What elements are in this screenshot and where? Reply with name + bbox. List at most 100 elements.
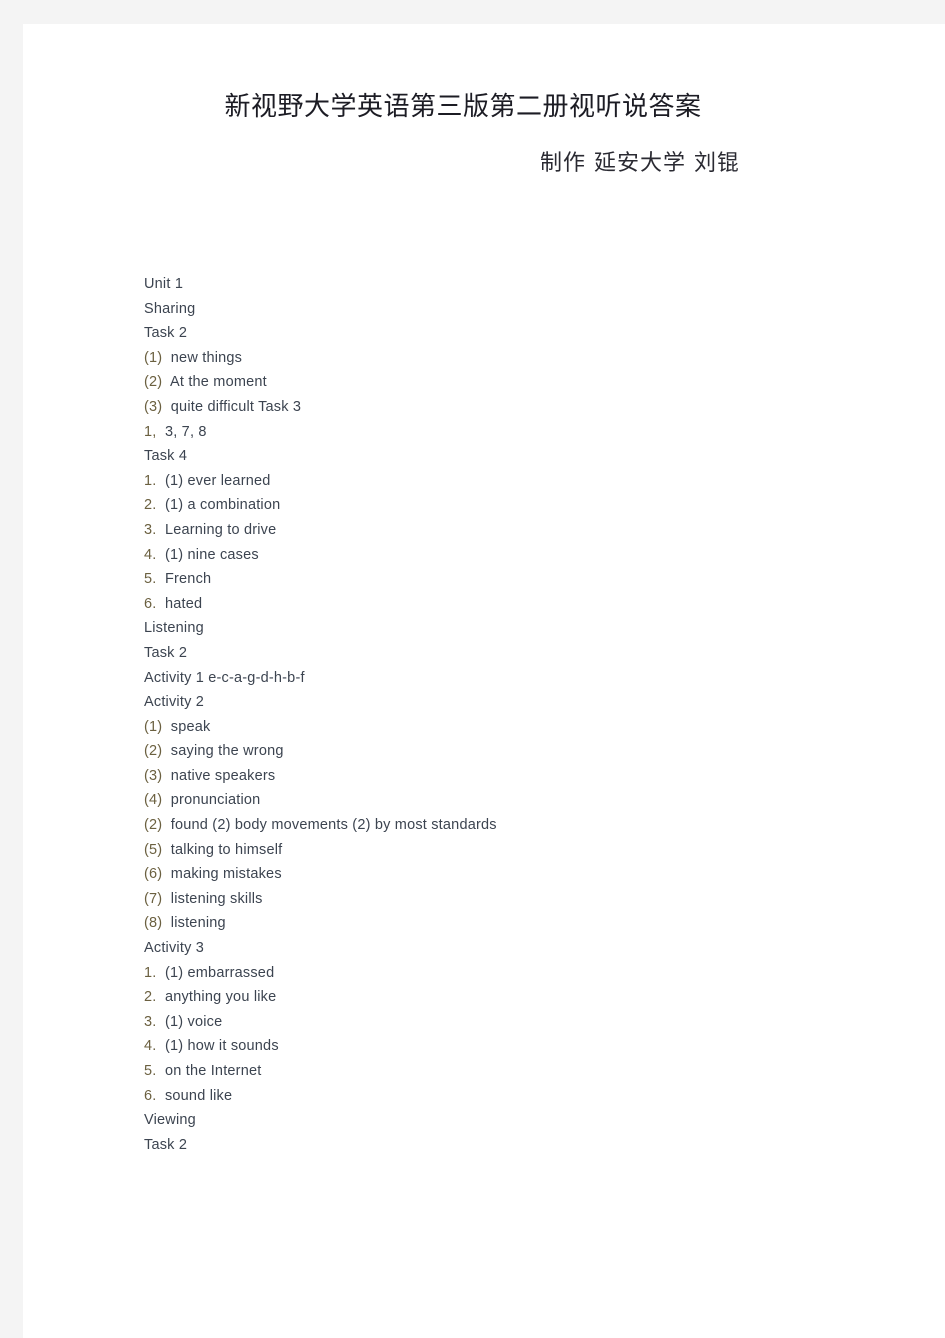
answer-line: Activity 2 — [144, 690, 864, 715]
answer-line: (1) speak — [144, 715, 864, 740]
answer-line: Viewing — [144, 1108, 864, 1133]
answer-line: (2) At the moment — [144, 370, 864, 395]
answer-line: 5. on the Internet — [144, 1059, 864, 1084]
answer-line-text: Activity 1 e-c-a-g-d-h-b-f — [144, 669, 305, 686]
answer-line: (1) new things — [144, 346, 864, 371]
answer-line-marker: 6. — [144, 1087, 157, 1104]
answer-line: 6. sound like — [144, 1084, 864, 1109]
answer-line: 5. French — [144, 567, 864, 592]
answer-line: 6. hated — [144, 592, 864, 617]
answer-line-marker: (3) — [144, 767, 163, 784]
answer-line-text: Listening — [144, 620, 204, 637]
answer-line: 3. Learning to drive — [144, 518, 864, 543]
answer-line: 1, 3, 7, 8 — [144, 420, 864, 445]
answer-line: Task 2 — [144, 321, 864, 346]
answer-line: Task 2 — [144, 1133, 864, 1158]
answer-line-marker: (8) — [144, 915, 163, 932]
answer-line-text: Learning to drive — [156, 521, 277, 538]
answer-line: (5) talking to himself — [144, 838, 864, 863]
answer-line-marker: (6) — [144, 866, 163, 883]
answer-line-text: native speakers — [162, 767, 276, 784]
answer-line: (2) found (2) body movements (2) by most… — [144, 813, 864, 838]
answer-line-text: Task 2 — [144, 325, 188, 342]
answer-line: 3. (1) voice — [144, 1010, 864, 1035]
answer-line-text: Activity 3 — [144, 940, 205, 957]
answer-line: (7) listening skills — [144, 887, 864, 912]
answer-line-marker: (2) — [144, 374, 163, 391]
answer-line-text: At the moment — [162, 374, 267, 391]
answer-line: (3) native speakers — [144, 764, 864, 789]
answer-line-marker: (4) — [144, 792, 163, 809]
answer-line-text: talking to himself — [162, 841, 283, 858]
answer-line: Unit 1 — [144, 272, 864, 297]
answer-line-text: sound like — [156, 1087, 233, 1104]
answer-line-marker: 4. — [144, 546, 157, 563]
answer-line-text: (1) embarrassed — [156, 964, 275, 981]
answer-line-text: listening skills — [162, 890, 263, 907]
answer-line-marker: 4. — [144, 1038, 157, 1055]
answer-line-text: (1) a combination — [156, 497, 281, 514]
answer-line-marker: (1) — [144, 349, 163, 366]
answer-line-text: Activity 2 — [144, 694, 205, 711]
answer-line-text: new things — [162, 349, 243, 366]
answer-line-marker: (2) — [144, 817, 163, 834]
answer-line-text: listening — [162, 915, 226, 932]
answer-line: Listening — [144, 616, 864, 641]
answer-line-marker: 1. — [144, 964, 157, 981]
answer-line-marker: (3) — [144, 398, 163, 415]
answer-line: (2) saying the wrong — [144, 739, 864, 764]
answer-line-text: found (2) body movements (2) by most sta… — [162, 817, 497, 834]
answer-line-text: Task 2 — [144, 1136, 188, 1153]
answer-line: 2. (1) a combination — [144, 493, 864, 518]
answer-line-text: (1) how it sounds — [156, 1038, 279, 1055]
answer-line-marker: (1) — [144, 718, 163, 735]
answer-line-text: (1) voice — [156, 1013, 223, 1030]
answer-line-marker: 1, — [144, 423, 157, 440]
answer-line-text: making mistakes — [162, 866, 282, 883]
answer-line: 1. (1) embarrassed — [144, 961, 864, 986]
answer-line-text: Task 4 — [144, 448, 188, 465]
answer-line-marker: (7) — [144, 890, 163, 907]
answer-line-text: Task 2 — [144, 644, 188, 661]
answer-line-text: saying the wrong — [162, 743, 284, 760]
scan-margin: 新视野大学英语第三版第二册视听说答案 制作 延安大学 刘锟 Unit 1 Shar… — [0, 0, 945, 1338]
document-body: 新视野大学英语第三版第二册视听说答案 制作 延安大学 刘锟 Unit 1 Shar… — [23, 24, 945, 1338]
answer-line-text: hated — [156, 595, 203, 612]
answer-line-marker: (5) — [144, 841, 163, 858]
answer-line-text: anything you like — [156, 989, 277, 1006]
answer-line-text: Unit 1 — [144, 276, 184, 292]
answer-line-text: quite difficult Task 3 — [162, 398, 302, 415]
answer-line: 4. (1) nine cases — [144, 543, 864, 568]
answer-line-text: Viewing — [144, 1112, 196, 1129]
answer-line-text: on the Internet — [156, 1063, 262, 1079]
answer-line-marker: (2) — [144, 743, 163, 760]
answer-line-marker: 5. — [144, 571, 157, 588]
answer-line: Task 2 — [144, 641, 864, 666]
answer-line: Activity 3 — [144, 936, 864, 961]
answer-line: (3) quite difficult Task 3 — [144, 395, 864, 420]
answer-line-marker: 6. — [144, 595, 157, 612]
answer-line-text: speak — [162, 718, 211, 735]
answer-line-text: pronunciation — [162, 792, 261, 809]
answer-line-marker: 2. — [144, 989, 157, 1006]
answer-line: (6) making mistakes — [144, 862, 864, 887]
answer-line: 4. (1) how it sounds — [144, 1034, 864, 1059]
answer-line: (8) listening — [144, 911, 864, 936]
answer-line: Sharing — [144, 297, 864, 322]
answer-line: 1. (1) ever learned — [144, 469, 864, 494]
answer-line-marker: 3. — [144, 1013, 157, 1030]
answer-line: 2. anything you like — [144, 985, 864, 1010]
answer-line: Activity 1 e-c-a-g-d-h-b-f — [144, 666, 864, 691]
answer-line-text: Sharing — [144, 300, 196, 317]
answer-line-marker: 2. — [144, 497, 157, 514]
answer-line: (4) pronunciation — [144, 788, 864, 813]
answer-line-text: (1) ever learned — [156, 472, 271, 489]
answer-line-text: (1) nine cases — [156, 546, 259, 563]
document-byline: 制作 延安大学 刘锟 — [540, 151, 740, 176]
answer-line: Task 4 — [144, 444, 864, 469]
answer-line-marker: 5. — [144, 1063, 157, 1079]
answer-line-marker: 3. — [144, 521, 157, 538]
page-title: 新视野大学英语第三版第二册视听说答案 — [224, 92, 702, 122]
answer-key-list: Unit 1 Sharing Task 2 (1) new things (2) At … — [144, 272, 864, 1157]
answer-line-marker: 1. — [144, 472, 157, 489]
